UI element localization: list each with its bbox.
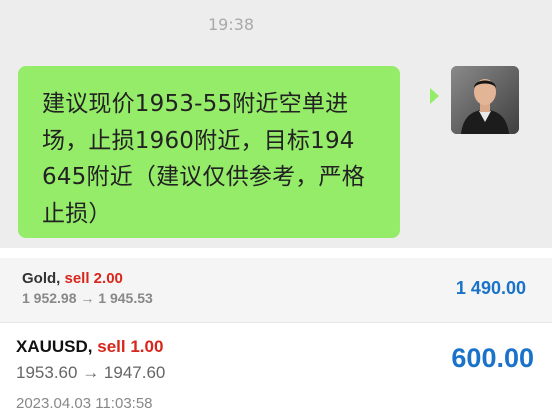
chat-timestamp: 19:38 bbox=[207, 15, 255, 34]
arrow-icon: → bbox=[80, 290, 95, 306]
trade-profit: 600.00 bbox=[451, 343, 534, 373]
trade-symbol: Gold, bbox=[22, 270, 61, 287]
trade-row[interactable]: Gold, sell 2.00 1 952.98 → 1 945.53 1 49… bbox=[0, 258, 552, 323]
user-avatar-icon bbox=[451, 66, 519, 134]
trade-prices: 1 952.98 → 1 945.53 bbox=[22, 290, 153, 306]
close-price: 1 945.53 bbox=[98, 290, 153, 306]
trade-symbol: XAUUSD, bbox=[16, 337, 93, 356]
open-price: 1 952.98 bbox=[22, 290, 77, 306]
message-line: 645附近（建议仅供参考，严格 bbox=[42, 164, 365, 190]
trade-title: Gold, sell 2.00 bbox=[22, 270, 123, 287]
message-line: 场，止损1960附近，目标194 bbox=[42, 127, 355, 154]
open-price: 1953.60 bbox=[16, 363, 78, 382]
arrow-icon: → bbox=[82, 363, 100, 382]
trade-time: 2023.04.03 11:03:58 bbox=[16, 395, 153, 412]
message-line: 建议现价1953-55附近空单进 bbox=[42, 91, 349, 117]
trade-title: XAUUSD, sell 1.00 bbox=[16, 337, 163, 357]
trade-action: sell 2.00 bbox=[64, 270, 123, 287]
chat-area: 19:38 建议现价1953-55附近空单进 场，止损1960附近，目标194 … bbox=[0, 0, 552, 248]
close-price: 1947.60 bbox=[103, 363, 166, 382]
trade-row[interactable]: XAUUSD, sell 1.00 1953.60 → 1947.60 600.… bbox=[0, 323, 552, 412]
avatar[interactable] bbox=[451, 66, 519, 134]
message-bubble[interactable]: 建议现价1953-55附近空单进 场，止损1960附近，目标194 645附近（… bbox=[18, 66, 400, 238]
trade-action: sell 1.00 bbox=[97, 337, 164, 356]
message-line: 止损） bbox=[42, 200, 112, 227]
bubble-tail bbox=[430, 88, 439, 104]
trade-profit: 1 490.00 bbox=[455, 278, 526, 298]
trade-prices: 1953.60 → 1947.60 bbox=[16, 363, 165, 383]
